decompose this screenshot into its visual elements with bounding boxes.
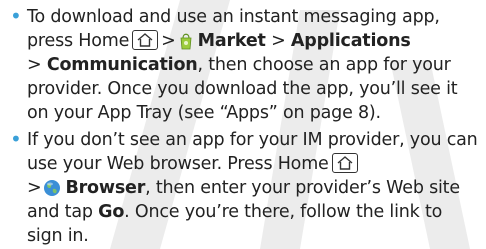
text-span: press Home [27,31,130,51]
text-line: provider. Once you download the app, you… [27,77,458,101]
text-span: If you don’t see an app for your IM prov… [27,130,478,150]
text-line: > Communication, then choose an app for … [27,53,451,77]
text-span: provider. Once you download the app, you… [27,79,458,99]
text-span: To download and use an instant messaging… [27,7,440,27]
text-span: use your Web browser. Press Home [27,154,329,174]
text-span: Applications [290,31,411,51]
home-key-icon [132,30,159,50]
home-key-icon [331,153,358,173]
text-span: > [27,55,42,75]
text-span: Communication [46,55,198,75]
text-line: use your Web browser. Press Home [27,152,361,176]
text-line: sign in. [27,224,89,248]
document-page: • To download and use an instant messagi… [0,0,486,249]
bullet-marker: • [10,127,22,151]
text-line: and tap Go. Once you’re there, follow th… [27,200,442,224]
text-span: , then enter your provider’s Web site [145,178,460,198]
text-span: Market [197,31,266,51]
text-line: If you don’t see an app for your IM prov… [27,128,478,152]
text-span: , then choose an app for your [197,55,451,75]
text-span: > [271,31,286,51]
text-line: on your App Tray (see “Apps” on page 8). [27,101,381,125]
text-span: and tap [27,202,93,222]
text-span: on your App Tray (see “Apps” on page 8). [27,103,381,123]
bullet-marker: • [10,4,22,28]
text-span: Go [98,202,125,222]
text-span: . Once you’re there, follow the link to [124,202,443,222]
text-line: To download and use an instant messaging… [27,5,440,29]
text-span: Browser [65,178,146,198]
text-span: sign in. [27,226,89,246]
text-span: > [27,178,42,198]
text-span: > [161,31,176,51]
